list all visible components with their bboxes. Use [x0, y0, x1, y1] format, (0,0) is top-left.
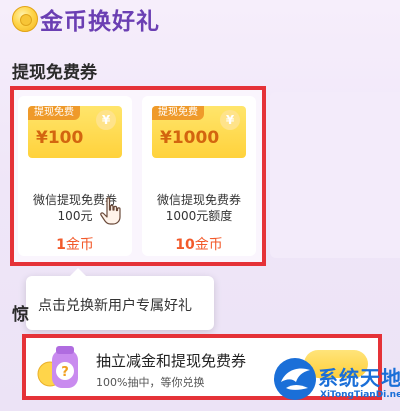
price-number: 10 — [175, 237, 195, 253]
price-number: 1 — [56, 237, 66, 253]
voucher-price: 10金币 — [142, 234, 256, 254]
ticket-amount: ¥1000 — [160, 128, 220, 148]
svg-text:?: ? — [61, 365, 69, 380]
voucher-card-100[interactable]: 提现免费 ¥ ¥100 微信提现免费券 100元 1金币 — [18, 96, 132, 256]
yen-icon: ¥ — [96, 110, 116, 130]
watermark: 系统天地 XiTongTianDi.net — [272, 356, 400, 411]
voucher-ticket: 提现免费 ¥ ¥1000 — [152, 106, 246, 158]
hand-pointer-icon — [100, 197, 121, 225]
voucher-ticket: 提现免费 ¥ ¥100 — [28, 106, 122, 158]
lottery-title: 抽立减金和提现免费券 — [96, 352, 247, 370]
price-unit: 金币 — [194, 237, 223, 253]
page-title: 金币换好礼 — [40, 9, 160, 35]
watermark-title: 系统天地 — [318, 366, 400, 390]
section-title-partial: 惊 — [12, 305, 29, 325]
bird-logo-icon — [274, 358, 316, 400]
header: 金币换好礼 — [0, 0, 400, 44]
next-voucher-card[interactable] — [270, 92, 400, 258]
voucher-cards-highlight: 提现免费 ¥ ¥100 微信提现免费券 100元 1金币 提现免费 ¥ ¥100… — [10, 86, 266, 266]
voucher-card-1000[interactable]: 提现免费 ¥ ¥1000 微信提现免费券 1000元额度 10金币 — [142, 96, 256, 256]
lottery-subtitle: 100%抽中，等你兑换 — [96, 376, 205, 389]
voucher-name: 微信提现免费券 — [156, 193, 241, 207]
voucher-sub: 1000元额度 — [165, 209, 233, 223]
ticket-amount: ¥100 — [36, 128, 84, 148]
yen-icon: ¥ — [220, 110, 240, 130]
tooltip-text: 点击兑换新用户专属好礼 — [38, 298, 192, 314]
section-title: 提现免费券 — [12, 63, 97, 83]
price-unit: 金币 — [65, 237, 94, 253]
lucky-bag-icon: ? — [37, 346, 78, 388]
tooltip: 点击兑换新用户专属好礼 — [26, 268, 214, 330]
coin-icon — [12, 6, 38, 32]
ticket-tag: 提现免费 — [152, 106, 204, 120]
watermark-url: XiTongTianDi.net — [320, 390, 400, 400]
ticket-tag: 提现免费 — [28, 106, 80, 120]
voucher-price: 1金币 — [18, 234, 132, 254]
